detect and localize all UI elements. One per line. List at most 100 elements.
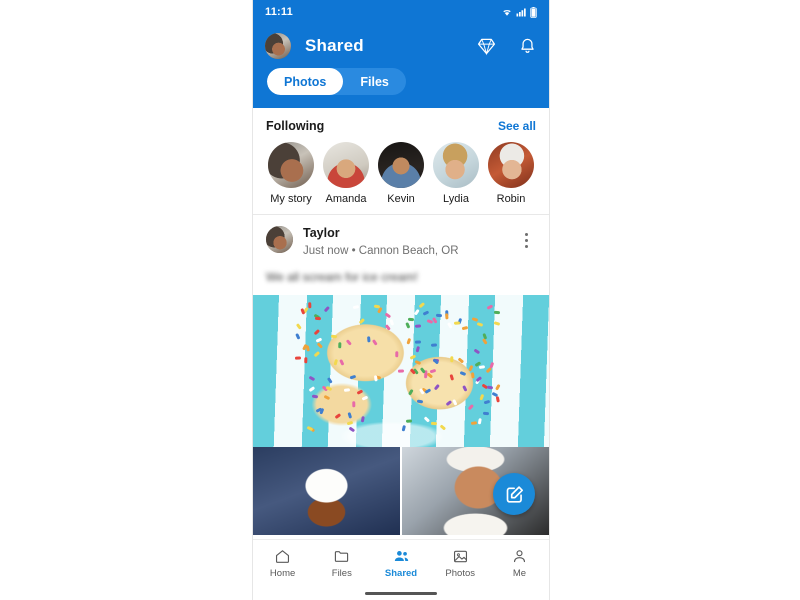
sprinkle [323,305,330,312]
following-header: Following See all [266,119,536,133]
sprinkle [346,421,354,426]
sprinkle [295,332,301,340]
image-icon [453,550,467,562]
tab-photos[interactable]: Photos [267,68,344,95]
sprinkle [408,317,415,321]
sprinkle [377,307,383,314]
sprinkle [308,386,316,393]
sprinkle [305,344,310,352]
sprinkle [315,317,322,321]
sprinkle [408,389,414,396]
sundae-photo [253,447,400,535]
sprinkle [409,354,417,360]
sprinkle [479,393,485,401]
sprinkle [478,418,483,425]
premium-diamond-icon[interactable] [477,37,496,56]
sprinkle [459,370,466,376]
post-caption: We all scream for ice cream! [253,258,549,295]
sprinkle [338,342,342,349]
sprinkle [445,400,452,407]
nav-item-photos[interactable]: Photos [431,548,490,579]
post-header: Taylor Just now • Cannon Beach, OR [253,215,549,258]
sprinkle [313,329,321,336]
bottom-navigation: Home Files Shared Photos Me [253,539,549,586]
story-item-lydia[interactable]: Lydia [431,142,481,205]
nav-item-shared[interactable]: Shared [371,548,430,579]
nav-item-home[interactable]: Home [253,548,312,579]
sprinkle [397,369,404,373]
sprinkle [458,357,465,364]
screenshot-canvas: 11:11 Shared Photos Files Following See … [0,0,800,600]
sprinkle [311,394,319,398]
sprinkle [416,399,423,403]
sprinkle [462,326,469,331]
sprinkle [415,324,422,328]
avatar [268,142,314,188]
robin-avatar-photo [488,142,534,188]
post-hero-photo[interactable] [253,295,549,447]
tab-files[interactable]: Files [343,68,406,95]
sprinkle [414,309,420,316]
see-all-link[interactable]: See all [498,119,536,133]
post-thumbnail-1[interactable] [253,447,400,535]
sprinkle [385,312,392,319]
nav-item-me[interactable]: Me [490,548,549,579]
post-thumbnail-row [253,447,549,535]
avatar[interactable] [266,226,293,253]
following-section: Following See all My story Amanda Kevin [253,108,549,215]
sprinkle [471,371,476,379]
sprinkle [317,342,324,349]
story-item-my-story[interactable]: My story [266,142,316,205]
story-item-kevin[interactable]: Kevin [376,142,426,205]
story-item-robin[interactable]: Robin [486,142,536,205]
sprinkle [326,376,333,384]
wifi-icon [503,9,511,16]
post-overflow-menu-icon[interactable] [516,226,536,252]
page-title: Shared [305,36,364,55]
nav-item-files[interactable]: Files [312,548,371,579]
compose-fab-button[interactable] [493,473,535,515]
sprinkle [484,400,491,405]
avatar[interactable] [265,33,291,59]
sprinkle [416,346,421,353]
sprinkle [471,317,479,322]
gesture-handle[interactable] [365,591,437,595]
sprinkle [449,374,454,381]
notifications-bell-icon[interactable] [518,37,537,56]
dot [524,232,528,236]
sprinkle [360,416,365,423]
sprinkle [493,320,500,325]
sprinkle [468,365,474,372]
dot [524,238,528,242]
sprinkle [478,365,486,370]
sprinkle [423,416,430,423]
lydia-avatar-photo [433,142,479,188]
nav-label: Home [269,567,296,579]
story-item-amanda[interactable]: Amanda [321,142,371,205]
sprinkle [352,305,360,309]
sprinkle [446,321,453,329]
app-header: 11:11 Shared Photos Files [253,0,549,108]
sprinkle [468,404,475,411]
sprinkle [462,385,468,392]
sprinkle [430,421,437,425]
sprinkle [294,356,301,360]
sprinkle [470,421,477,425]
nav-label: Shared [384,567,418,579]
sprinkle [350,375,357,380]
sprinkle [356,389,364,395]
avatar [433,142,479,188]
sprinkle [423,311,430,317]
sprinkle [348,426,356,433]
post-subtitle: Just now • Cannon Beach, OR [303,245,459,257]
nav-label: Files [331,567,352,579]
story-label: Kevin [387,193,415,205]
sprinkle [439,423,446,430]
avatar [488,142,534,188]
sprinkle [395,351,399,358]
sprinkle [494,311,501,315]
sprinkle [406,420,413,424]
status-bar: 11:11 [253,0,549,24]
sprinkle [420,366,426,374]
story-label: Lydia [443,193,469,205]
